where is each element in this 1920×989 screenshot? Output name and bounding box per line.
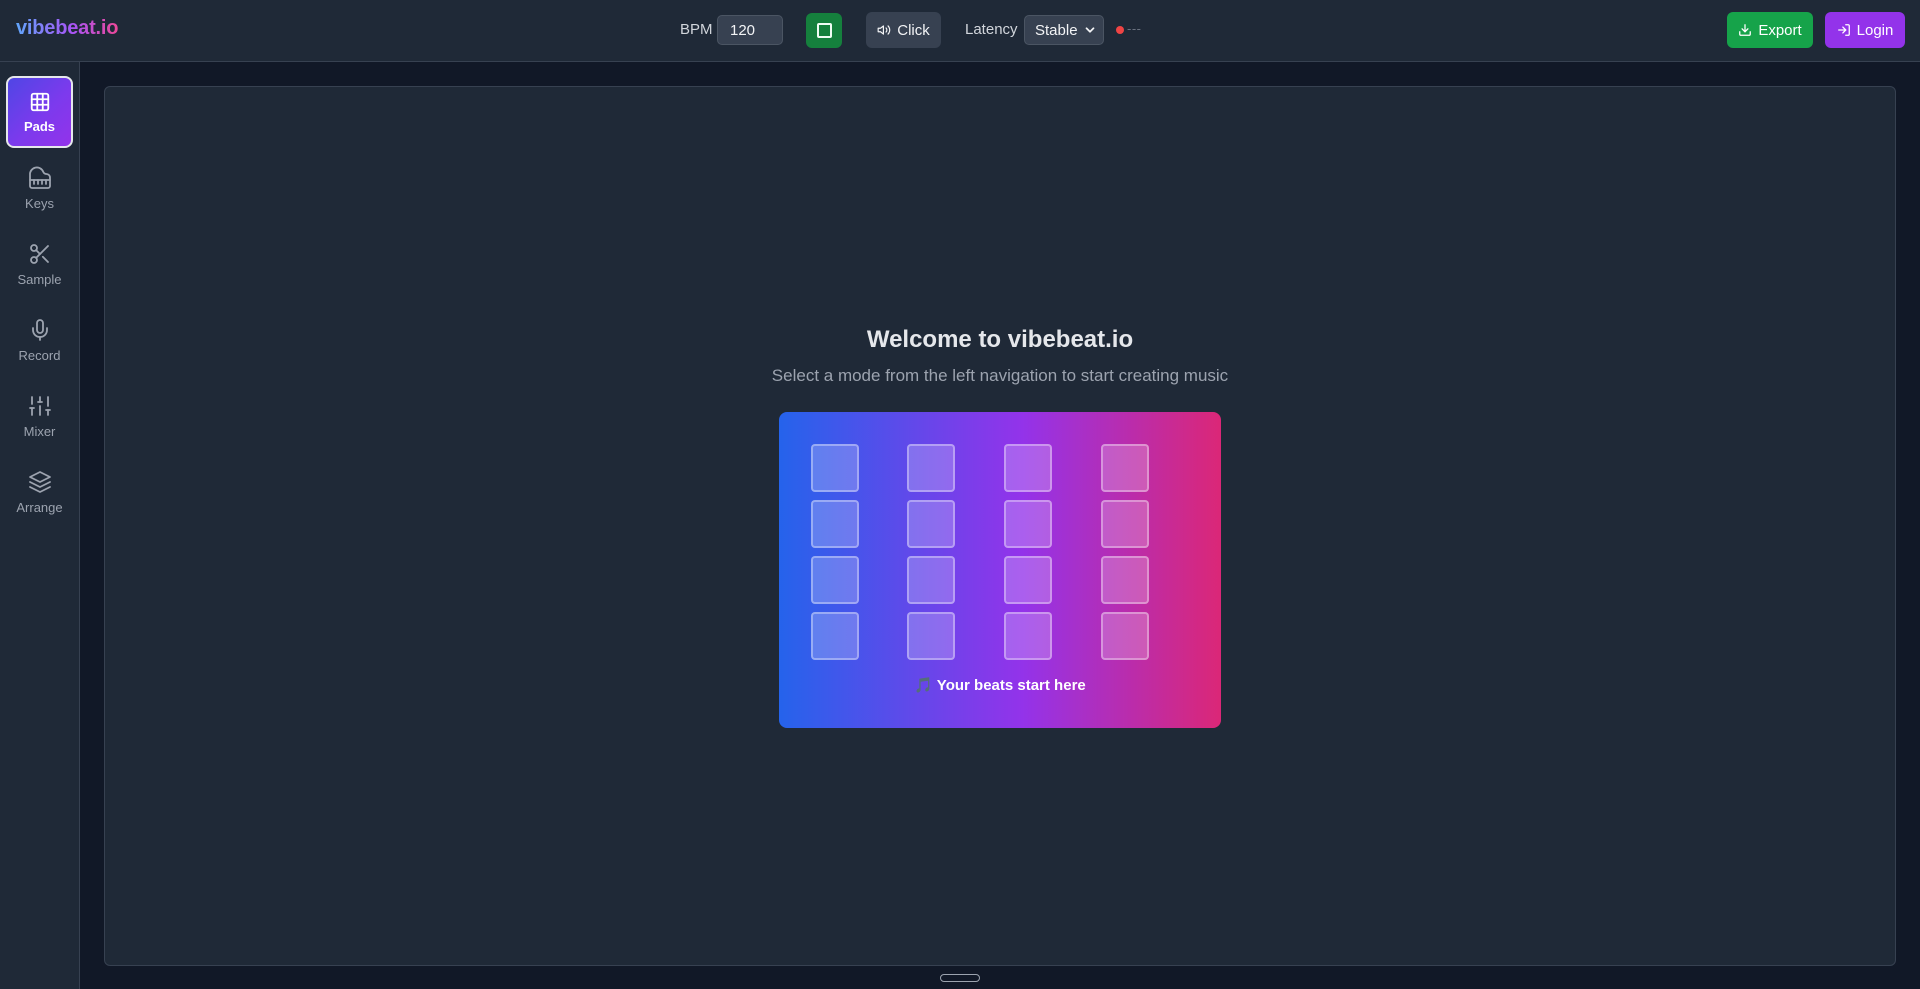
- hero-caption: 🎵 Your beats start here: [914, 677, 1086, 694]
- hero-pad: [1101, 500, 1149, 548]
- sidebar-item-label: Keys: [25, 195, 54, 211]
- bpm-input[interactable]: [717, 15, 783, 45]
- sidebar-item-keys[interactable]: Keys: [6, 152, 73, 224]
- hero-pad: [1101, 444, 1149, 492]
- chevron-down-icon: [1085, 27, 1095, 33]
- mode-sidebar: Pads Keys Sample Record Mixer Arrange: [0, 62, 80, 989]
- hero-pad: [811, 500, 859, 548]
- scissors-icon: [29, 243, 49, 264]
- sidebar-item-mixer[interactable]: Mixer: [6, 380, 73, 452]
- download-icon: [1739, 24, 1752, 36]
- hero-pad: [1004, 612, 1052, 660]
- hero-pad: [907, 612, 955, 660]
- hero-pad: [1004, 500, 1052, 548]
- speaker-icon: [877, 25, 891, 35]
- hero-pad: [811, 612, 859, 660]
- hero-pad: [811, 444, 859, 492]
- top-bar: vibebeat.io BPM Click Latency Stable ---…: [0, 0, 1920, 62]
- piano-icon: [28, 166, 51, 189]
- sidebar-item-label: Arrange: [16, 499, 63, 515]
- latency-status-text: ---: [1127, 21, 1142, 36]
- welcome-subtitle: Select a mode from the left navigation t…: [0, 366, 1920, 386]
- hero-pad: [907, 500, 955, 548]
- sidebar-item-pads[interactable]: Pads: [6, 76, 73, 148]
- panel-resize-handle[interactable]: [940, 974, 980, 982]
- latency-label: Latency: [965, 21, 1018, 38]
- grid-icon: [30, 92, 49, 111]
- latency-select[interactable]: Stable: [1024, 15, 1104, 45]
- hero-pad: [907, 444, 955, 492]
- app-logo[interactable]: vibebeat.io: [16, 17, 118, 40]
- hero-pad: [811, 556, 859, 604]
- latency-status-dot: [1116, 26, 1124, 34]
- sidebar-item-label: Pads: [23, 118, 56, 134]
- hero-pad: [1004, 444, 1052, 492]
- sidebar-item-label: Mixer: [23, 423, 56, 439]
- hero-pad: [1004, 556, 1052, 604]
- export-label: Export: [1758, 21, 1802, 39]
- latency-value: Stable: [1035, 21, 1078, 39]
- hero-pad: [1101, 612, 1149, 660]
- welcome-subtitle-text: Select a mode from the left navigation t…: [771, 366, 1229, 385]
- beat-pad-hero: 🎵 Your beats start here: [779, 412, 1221, 728]
- export-button[interactable]: Export: [1727, 12, 1813, 48]
- hero-pad: [1101, 556, 1149, 604]
- click-label: Click: [897, 21, 930, 39]
- welcome-title-text: Welcome to vibebeat.io: [866, 326, 1134, 353]
- sidebar-item-label: Sample: [17, 271, 62, 287]
- sidebar-item-arrange[interactable]: Arrange: [6, 456, 73, 528]
- login-button[interactable]: Login: [1825, 12, 1905, 48]
- bpm-label: BPM: [680, 21, 713, 38]
- stop-square-icon: [816, 23, 832, 38]
- stop-button[interactable]: [806, 13, 842, 48]
- sliders-icon: [28, 395, 51, 416]
- login-label: Login: [1856, 21, 1894, 39]
- login-icon: [1837, 24, 1850, 36]
- layers-icon: [28, 470, 51, 493]
- hero-pad: [907, 556, 955, 604]
- welcome-title: Welcome to vibebeat.io: [0, 326, 1920, 354]
- sidebar-item-sample[interactable]: Sample: [6, 228, 73, 300]
- metronome-click-button[interactable]: Click: [866, 12, 941, 48]
